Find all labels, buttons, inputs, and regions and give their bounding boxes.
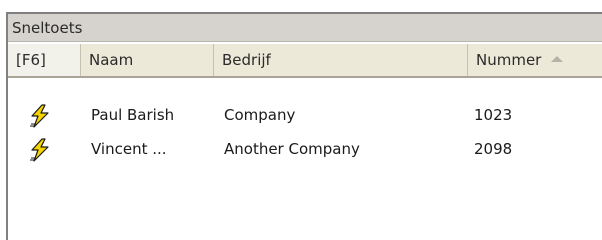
table-row[interactable]: Vincent ... Another Company 2098 xyxy=(8,132,602,166)
contact-name: Vincent ... xyxy=(91,140,167,158)
contact-name: Paul Barish xyxy=(91,106,175,124)
column-header-number[interactable]: Nummer xyxy=(468,44,602,76)
column-header-name-label: Naam xyxy=(89,51,134,69)
contact-number: 1023 xyxy=(474,106,513,124)
contacts-panel: Sneltoets [F6] Naam Bedrijf Nummer Paul … xyxy=(6,12,602,240)
column-header-name[interactable]: Naam xyxy=(81,44,214,76)
column-header-key-label: [F6] xyxy=(16,51,46,69)
contact-number: 2098 xyxy=(474,140,513,158)
sort-ascending-icon xyxy=(551,55,564,62)
column-header-company-label: Bedrijf xyxy=(222,51,271,69)
column-header-row: [F6] Naam Bedrijf Nummer xyxy=(8,44,602,78)
section-title: Sneltoets xyxy=(8,14,602,42)
table-row[interactable]: Paul Barish Company 1023 xyxy=(8,98,602,132)
contact-company: Company xyxy=(224,106,296,124)
lightning-hotkey-icon xyxy=(28,104,52,128)
lightning-hotkey-icon xyxy=(28,138,52,162)
column-header-company[interactable]: Bedrijf xyxy=(214,44,468,76)
column-header-number-label: Nummer xyxy=(476,51,542,69)
contact-company: Another Company xyxy=(224,140,360,158)
column-header-key[interactable]: [F6] xyxy=(8,44,81,76)
